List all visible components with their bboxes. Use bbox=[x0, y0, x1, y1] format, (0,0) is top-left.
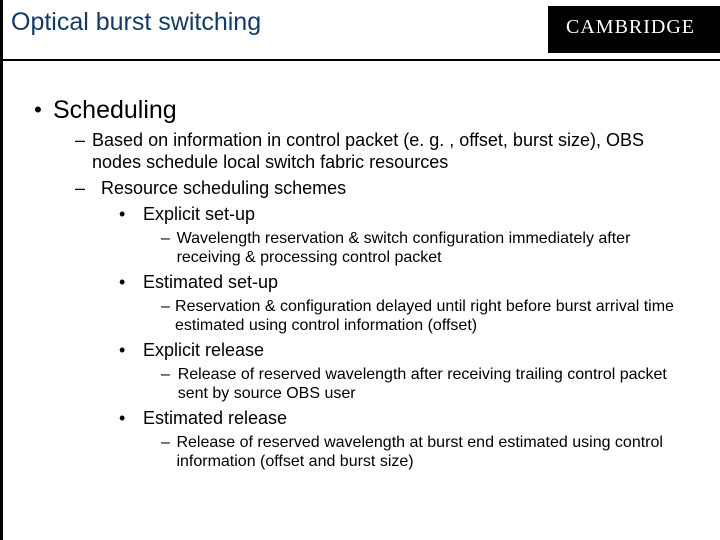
level4-text: Release of reserved wavelength after rec… bbox=[178, 365, 700, 403]
dash-icon bbox=[75, 177, 101, 199]
slide: Optical burst switching CAMBRIDGE Schedu… bbox=[0, 0, 720, 540]
level2-item: Resource scheduling schemes bbox=[75, 177, 700, 199]
dash-icon bbox=[161, 433, 176, 471]
level3-text: Explicit release bbox=[143, 339, 264, 361]
bullet-icon bbox=[119, 271, 143, 293]
level4-text: Release of reserved wavelength at burst … bbox=[176, 433, 700, 471]
level2-item: Based on information in control packet (… bbox=[75, 129, 700, 173]
level3-item: Estimated release bbox=[119, 407, 700, 429]
dash-icon bbox=[161, 365, 178, 403]
level4-text: Reservation & configuration delayed unti… bbox=[175, 297, 700, 335]
bullet-icon bbox=[23, 95, 53, 125]
brand-logo: CAMBRIDGE bbox=[548, 6, 720, 53]
level2-text: Resource scheduling schemes bbox=[101, 177, 356, 199]
level3-item: Explicit release bbox=[119, 339, 700, 361]
level3-text: Estimated release bbox=[143, 407, 287, 429]
level2-text: Based on information in control packet (… bbox=[92, 129, 700, 173]
level3-text: Explicit set-up bbox=[143, 203, 255, 225]
bullet-icon bbox=[119, 339, 143, 361]
heading-text: Scheduling bbox=[53, 95, 177, 125]
level4-item: Release of reserved wavelength after rec… bbox=[161, 365, 700, 403]
level3-text: Estimated set-up bbox=[143, 271, 278, 293]
level4-item: Wavelength reservation & switch configur… bbox=[161, 229, 700, 267]
level4-text: Wavelength reservation & switch configur… bbox=[177, 229, 700, 267]
level3-item: Estimated set-up bbox=[119, 271, 700, 293]
level4-item: Reservation & configuration delayed unti… bbox=[161, 297, 700, 335]
level3-item: Explicit set-up bbox=[119, 203, 700, 225]
bullet-icon bbox=[119, 203, 143, 225]
dash-icon bbox=[161, 229, 177, 267]
dash-icon bbox=[75, 129, 92, 173]
content-area: Scheduling Based on information in contr… bbox=[3, 61, 720, 481]
level4-item: Release of reserved wavelength at burst … bbox=[161, 433, 700, 471]
heading-row: Scheduling bbox=[23, 95, 700, 125]
bullet-icon bbox=[119, 407, 143, 429]
slide-title: Optical burst switching bbox=[11, 6, 261, 37]
title-bar: Optical burst switching CAMBRIDGE bbox=[3, 0, 720, 61]
dash-icon bbox=[161, 297, 175, 335]
